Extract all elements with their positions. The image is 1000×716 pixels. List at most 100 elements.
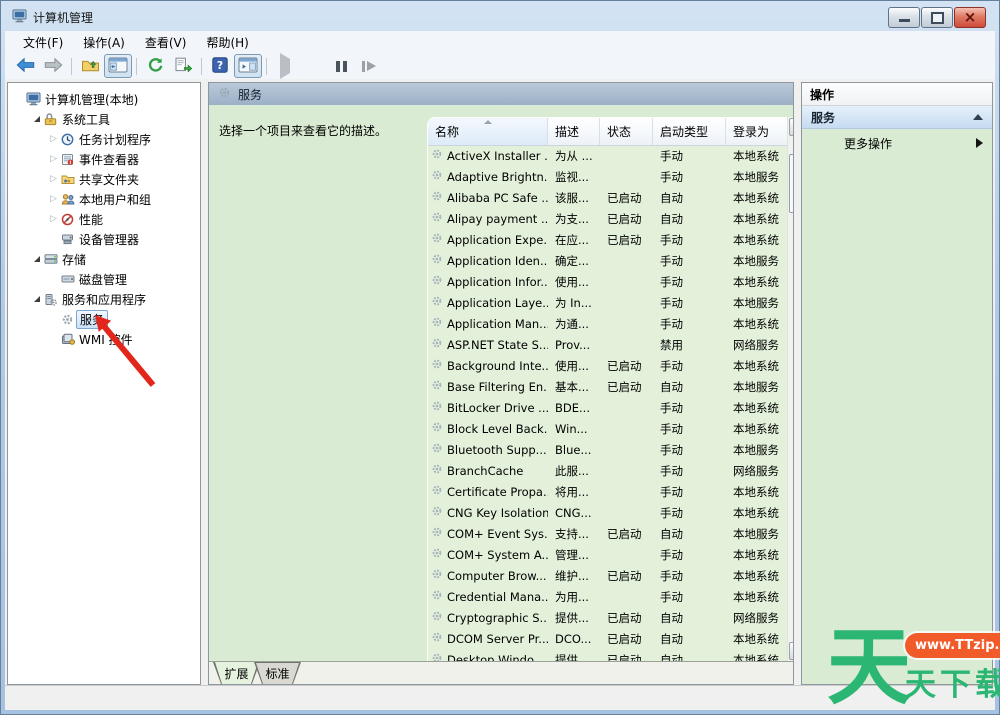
tree-item--[interactable]: ▷共享文件夹: [8, 169, 200, 189]
service-log-on-as: 本地系统: [726, 631, 788, 647]
tab-扩展[interactable]: 扩展: [213, 662, 260, 684]
column-label: 状态: [607, 123, 631, 140]
row-gear-icon: [431, 631, 443, 646]
service-row[interactable]: COM+ Event Sys...支持...已启动自动本地服务: [428, 523, 788, 544]
service-row[interactable]: Application Expe...在应...已启动手动本地系统: [428, 229, 788, 250]
tree-item-label: 磁盘管理: [76, 270, 130, 289]
service-row[interactable]: BranchCache此服...手动网络服务: [428, 460, 788, 481]
service-row[interactable]: Application Man...为通...手动本地系统: [428, 313, 788, 334]
service-name: BranchCache: [447, 464, 523, 478]
service-description: 该服...: [548, 190, 600, 206]
expand-expander-icon[interactable]: ▷: [48, 215, 59, 224]
scroll-up-icon: [793, 125, 794, 130]
tab-label: 标准: [254, 662, 301, 684]
up-folder-button[interactable]: [76, 54, 104, 78]
tree-item--[interactable]: 服务和应用程序: [8, 289, 200, 309]
service-row[interactable]: Adaptive Brightn...监视...手动本地服务: [428, 166, 788, 187]
tree-item--[interactable]: 计算机管理(本地): [8, 89, 200, 109]
show-console-tree-button[interactable]: [104, 54, 132, 78]
scroll-down-button[interactable]: [789, 642, 793, 660]
restore-button[interactable]: [921, 7, 953, 28]
title-bar[interactable]: 计算机管理 ×: [1, 1, 999, 31]
service-description: Prov...: [548, 338, 600, 352]
column-header-启动类型[interactable]: 启动类型: [653, 118, 726, 145]
service-row[interactable]: DCOM Server Pr...DCO...已启动自动本地系统: [428, 628, 788, 649]
scrollbar-thumb[interactable]: [789, 154, 793, 213]
service-startup-type: 手动: [653, 505, 726, 521]
service-row[interactable]: Block Level Back...Win...手动本地系统: [428, 418, 788, 439]
service-row[interactable]: Application Infor...使用...手动本地系统: [428, 271, 788, 292]
service-row[interactable]: ActiveX Installer ...为从 ...手动本地系统: [428, 145, 788, 166]
column-header-描述[interactable]: 描述: [548, 118, 600, 145]
service-row[interactable]: CNG Key IsolationCNG...手动本地系统: [428, 502, 788, 523]
service-row[interactable]: Certificate Propa...将用...手动本地系统: [428, 481, 788, 502]
tree-item-wmi-[interactable]: WMI 控件: [8, 329, 200, 349]
expand-expander-icon[interactable]: ▷: [48, 155, 59, 164]
service-row[interactable]: COM+ System A...管理...手动本地系统: [428, 544, 788, 565]
menu-action[interactable]: 操作(A): [73, 31, 135, 54]
minimize-button[interactable]: [888, 7, 920, 28]
tree-item-label: 计算机管理(本地): [42, 90, 141, 109]
service-name: CNG Key Isolation: [447, 506, 548, 520]
tree-item--[interactable]: ▷本地用户和组: [8, 189, 200, 209]
close-button[interactable]: ×: [954, 7, 986, 28]
forward-button[interactable]: [39, 54, 67, 78]
column-header-登录为[interactable]: 登录为: [726, 118, 788, 145]
service-startup-type: 手动: [653, 400, 726, 416]
expand-expander-icon[interactable]: ▷: [48, 195, 59, 204]
collapse-expander-icon[interactable]: [31, 256, 42, 262]
collapse-icon[interactable]: [973, 114, 983, 120]
export-list-button[interactable]: [169, 54, 197, 78]
sort-ascending-icon: [484, 120, 492, 124]
scroll-up-button[interactable]: [789, 118, 793, 136]
service-row[interactable]: Credential Mana...为用...手动本地系统: [428, 586, 788, 607]
stop-service-button[interactable]: [299, 54, 327, 78]
service-row[interactable]: ASP.NET State S...Prov...禁用网络服务: [428, 334, 788, 355]
tree-item--[interactable]: 系统工具: [8, 109, 200, 129]
menu-file[interactable]: 文件(F): [13, 31, 73, 54]
service-row[interactable]: Background Inte...使用...已启动手动本地系统: [428, 355, 788, 376]
restart-service-button[interactable]: [355, 54, 383, 78]
service-row[interactable]: BitLocker Drive ...BDE...手动本地系统: [428, 397, 788, 418]
column-header-状态[interactable]: 状态: [600, 118, 653, 145]
expand-expander-icon[interactable]: ▷: [48, 135, 59, 144]
show-action-pane-button[interactable]: [234, 54, 262, 78]
service-row[interactable]: Base Filtering En...基本...已启动自动本地服务: [428, 376, 788, 397]
service-row[interactable]: Computer Brow...维护...已启动手动本地系统: [428, 565, 788, 586]
row-gear-icon: [431, 526, 443, 541]
tree-item--[interactable]: 磁盘管理: [8, 269, 200, 289]
service-startup-type: 手动: [653, 148, 726, 164]
tree-item--[interactable]: 设备管理器: [8, 229, 200, 249]
refresh-button[interactable]: [141, 54, 169, 78]
tree-item-label: 性能: [76, 210, 106, 229]
tree-item--[interactable]: 服务: [8, 309, 200, 329]
expand-expander-icon[interactable]: ▷: [48, 175, 59, 184]
help-button[interactable]: ?: [206, 54, 234, 78]
tree-item--[interactable]: 存储: [8, 249, 200, 269]
tree-item--[interactable]: ▷事件查看器: [8, 149, 200, 169]
menu-help[interactable]: 帮助(H): [196, 31, 258, 54]
service-description: 为从 ...: [548, 148, 600, 164]
service-row[interactable]: Bluetooth Supp...Blue...手动本地服务: [428, 439, 788, 460]
row-gear-icon: [431, 337, 443, 352]
collapse-expander-icon[interactable]: [31, 116, 42, 122]
service-row[interactable]: Alipay payment ...为支...已启动自动本地系统: [428, 208, 788, 229]
service-log-on-as: 本地系统: [726, 148, 788, 164]
menu-view[interactable]: 查看(V): [135, 31, 197, 54]
start-service-button[interactable]: [271, 54, 299, 78]
pause-service-button[interactable]: [327, 54, 355, 78]
tab-标准[interactable]: 标准: [254, 662, 301, 684]
column-header-名称[interactable]: 名称: [428, 118, 548, 145]
service-row[interactable]: Application Laye...为 In...手动本地服务: [428, 292, 788, 313]
collapse-expander-icon[interactable]: [31, 296, 42, 302]
service-row[interactable]: Cryptographic S...提供...已启动自动网络服务: [428, 607, 788, 628]
tree-item--[interactable]: ▷任务计划程序: [8, 129, 200, 149]
actions-section-services[interactable]: 服务: [802, 106, 992, 129]
service-row[interactable]: Application Iden...确定...手动本地服务: [428, 250, 788, 271]
vertical-scrollbar[interactable]: [787, 117, 793, 662]
back-button[interactable]: [11, 54, 39, 78]
service-row[interactable]: Alibaba PC Safe ...该服...已启动自动本地系统: [428, 187, 788, 208]
more-actions-item[interactable]: 更多操作: [802, 132, 992, 154]
tree-item--[interactable]: ▷ 性能: [8, 209, 200, 229]
service-log-on-as: 网络服务: [726, 337, 788, 353]
